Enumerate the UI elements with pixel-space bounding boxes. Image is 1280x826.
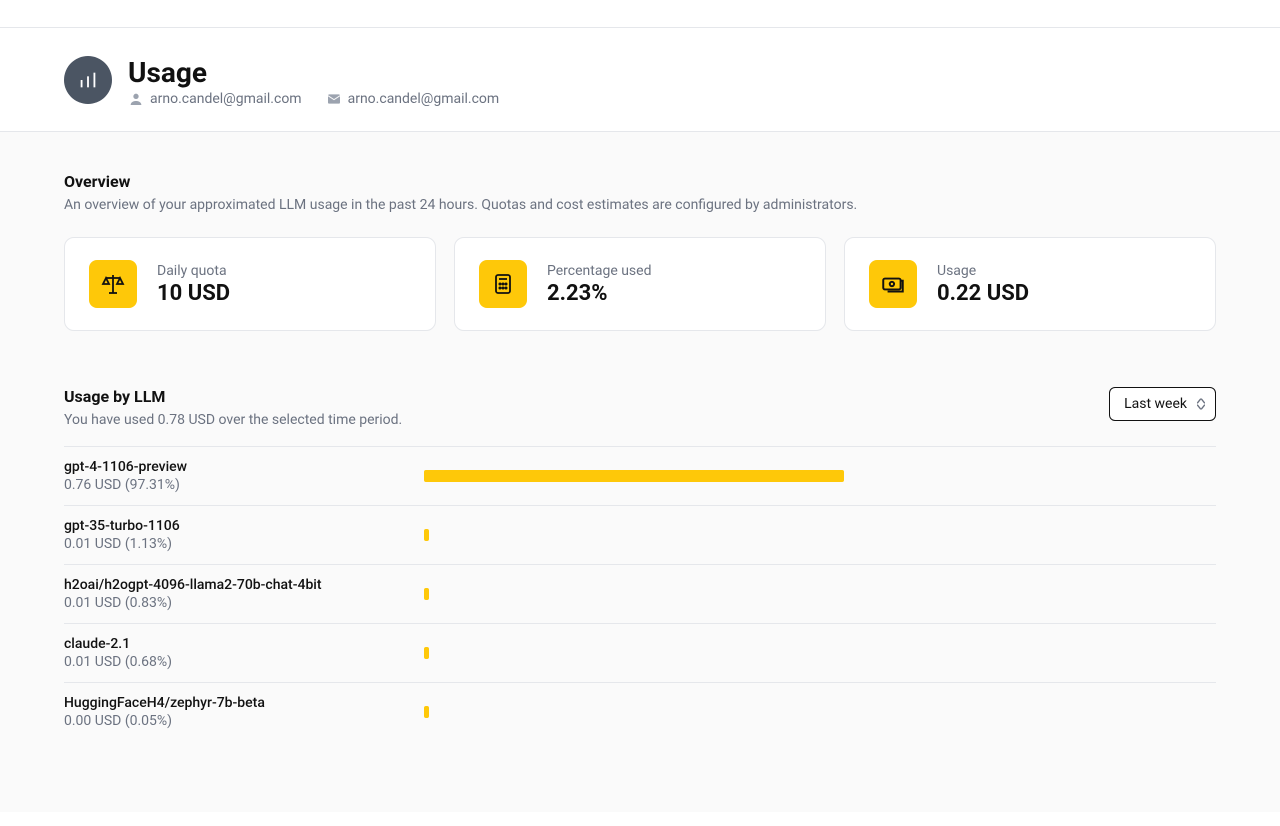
card-percentage-used: Percentage used 2.23% <box>454 237 826 331</box>
usage-by-llm-section: Usage by LLM You have used 0.78 USD over… <box>64 387 1216 741</box>
period-selector-value: Last week <box>1124 396 1187 412</box>
llm-bar-track <box>424 588 1216 600</box>
scale-icon <box>89 260 137 308</box>
llm-row: claude-2.1 0.01 USD (0.68%) <box>64 624 1216 683</box>
llm-name: gpt-4-1106-preview <box>64 459 424 475</box>
period-selector[interactable]: Last week <box>1109 387 1216 421</box>
header-email-text: arno.candel@gmail.com <box>348 91 500 107</box>
mail-icon <box>326 91 342 107</box>
money-icon <box>869 260 917 308</box>
llm-subtext: 0.01 USD (0.68%) <box>64 654 424 670</box>
card-label: Usage <box>937 263 1029 279</box>
overview-section: Overview An overview of your approximate… <box>64 172 1216 331</box>
llm-bar-track <box>424 706 1216 718</box>
llm-row: HuggingFaceH4/zephyr-7b-beta 0.00 USD (0.… <box>64 683 1216 741</box>
card-value: 0.22 USD <box>937 281 1029 306</box>
header-email: arno.candel@gmail.com <box>326 91 500 107</box>
llm-subtext: 0.01 USD (0.83%) <box>64 595 424 611</box>
llm-label: gpt-4-1106-preview 0.76 USD (97.31%) <box>64 459 424 493</box>
llm-name: claude-2.1 <box>64 636 424 652</box>
llm-row: h2oai/h2ogpt-4096-llama2-70b-chat-4bit 0.… <box>64 565 1216 624</box>
person-icon <box>128 91 144 107</box>
top-bar <box>0 0 1280 28</box>
calculator-icon <box>479 260 527 308</box>
llm-name: h2oai/h2ogpt-4096-llama2-70b-chat-4bit <box>64 577 424 593</box>
llm-row: gpt-4-1106-preview 0.76 USD (97.31%) <box>64 446 1216 506</box>
llm-label: claude-2.1 0.01 USD (0.68%) <box>64 636 424 670</box>
llm-bar-fill <box>424 588 429 600</box>
overview-title: Overview <box>64 172 1216 191</box>
card-value: 10 USD <box>157 281 230 306</box>
content-area: Overview An overview of your approximate… <box>0 132 1280 812</box>
card-label: Percentage used <box>547 263 651 279</box>
llm-bar-fill <box>424 470 844 482</box>
llm-bar-fill <box>424 529 429 541</box>
page-title: Usage <box>128 56 499 89</box>
llm-label: h2oai/h2ogpt-4096-llama2-70b-chat-4bit 0.… <box>64 577 424 611</box>
llm-subtext: 0.76 USD (97.31%) <box>64 477 424 493</box>
card-value: 2.23% <box>547 281 651 306</box>
page-header: Usage arno.candel@gmail.com arno.candel@… <box>0 28 1280 131</box>
llm-bar-fill <box>424 706 429 718</box>
llm-subtext: 0.01 USD (1.13%) <box>64 536 424 552</box>
llm-label: HuggingFaceH4/zephyr-7b-beta 0.00 USD (0.… <box>64 695 424 729</box>
card-usage: Usage 0.22 USD <box>844 237 1216 331</box>
llm-bar-track <box>424 470 1216 482</box>
card-daily-quota: Daily quota 10 USD <box>64 237 436 331</box>
llm-bar-fill <box>424 647 429 659</box>
usage-by-llm-title: Usage by LLM <box>64 387 402 406</box>
llm-row: gpt-35-turbo-1106 0.01 USD (1.13%) <box>64 506 1216 565</box>
llm-subtext: 0.00 USD (0.05%) <box>64 713 424 729</box>
llm-bar-track <box>424 647 1216 659</box>
llm-name: gpt-35-turbo-1106 <box>64 518 424 534</box>
header-username: arno.candel@gmail.com <box>128 91 302 107</box>
llm-bar-track <box>424 529 1216 541</box>
chevron-up-down-icon <box>1197 399 1205 410</box>
usage-chart-icon <box>64 56 112 104</box>
llm-label: gpt-35-turbo-1106 0.01 USD (1.13%) <box>64 518 424 552</box>
header-username-text: arno.candel@gmail.com <box>150 91 302 107</box>
overview-description: An overview of your approximated LLM usa… <box>64 197 1216 213</box>
usage-by-llm-description: You have used 0.78 USD over the selected… <box>64 412 402 428</box>
card-label: Daily quota <box>157 263 230 279</box>
overview-cards: Daily quota 10 USD Percentage used 2.23% <box>64 237 1216 331</box>
llm-name: HuggingFaceH4/zephyr-7b-beta <box>64 695 424 711</box>
llm-usage-list: gpt-4-1106-preview 0.76 USD (97.31%) gpt-3… <box>64 446 1216 741</box>
